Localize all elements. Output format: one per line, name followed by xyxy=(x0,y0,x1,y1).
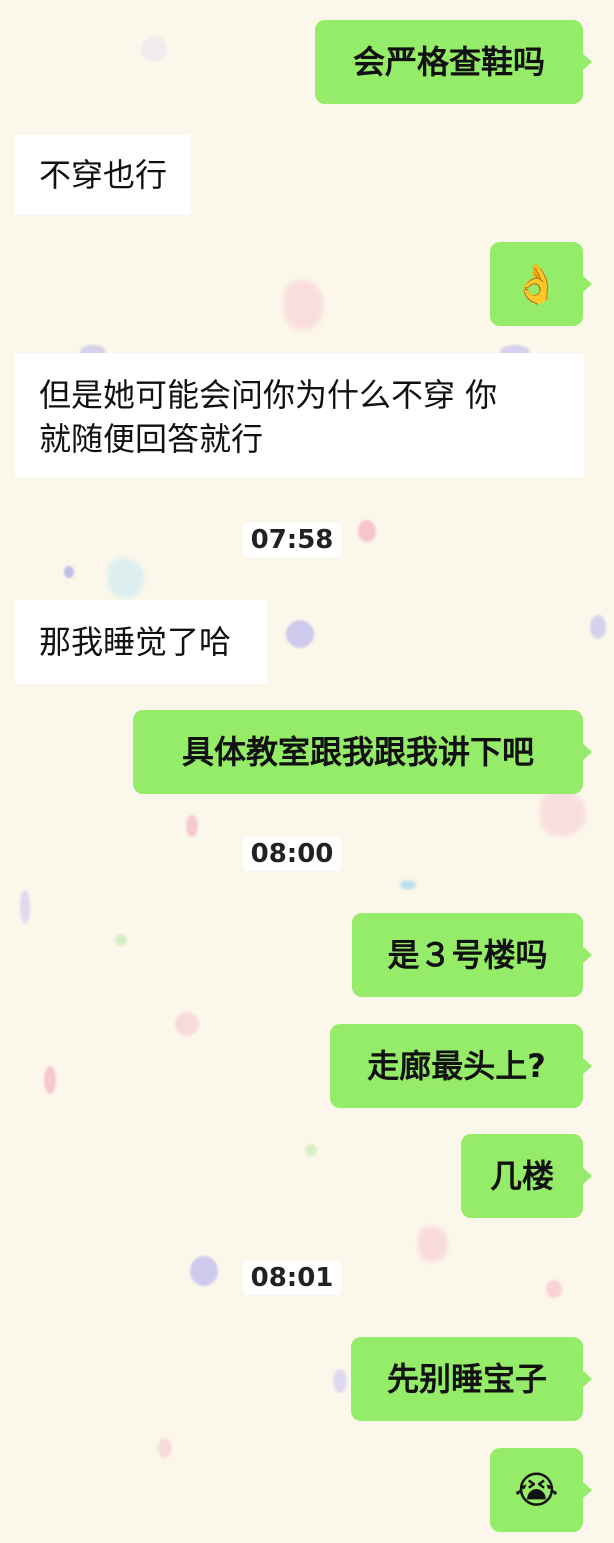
ok-hand-emoji-icon: 👌 xyxy=(512,262,561,306)
timestamp: 08:00 xyxy=(0,836,584,872)
outgoing-emoji-message[interactable]: 😭 xyxy=(490,1448,592,1532)
message-text: 那我睡觉了哈 xyxy=(39,623,232,661)
outgoing-message[interactable]: 具体教室跟我跟我讲下吧 xyxy=(133,710,592,794)
message-text: 不穿也行 xyxy=(39,156,168,194)
outgoing-emoji-message[interactable]: 👌 xyxy=(490,242,592,326)
outgoing-message[interactable]: 是３号楼吗 xyxy=(352,913,592,997)
timestamp: 08:01 xyxy=(0,1260,584,1296)
incoming-message[interactable]: 但是她可能会问你为什么不穿 你 就随便回答就行 xyxy=(15,353,584,477)
outgoing-message[interactable]: 先别睡宝子 xyxy=(351,1337,592,1421)
outgoing-message[interactable]: 会严格查鞋吗 xyxy=(315,20,592,104)
crying-face-emoji-icon: 😭 xyxy=(514,1468,559,1512)
outgoing-message[interactable]: 几楼 xyxy=(461,1134,592,1218)
outgoing-message[interactable]: 走廊最头上? xyxy=(330,1024,592,1108)
chat-view[interactable]: 会严格查鞋吗 不穿也行 👌 但是她可能会问你为什么不穿 你 就随便回答就行 07… xyxy=(0,0,614,1543)
message-text: 是３号楼吗 xyxy=(387,936,548,974)
message-text: 先别睡宝子 xyxy=(386,1360,547,1398)
timestamp: 07:58 xyxy=(0,522,584,558)
incoming-message[interactable]: 那我睡觉了哈 xyxy=(15,600,267,684)
message-text: 走廊最头上? xyxy=(367,1047,546,1085)
message-text: 几楼 xyxy=(489,1157,554,1195)
message-text: 会严格查鞋吗 xyxy=(352,43,545,81)
message-text-line-2: 就随便回答就行 xyxy=(39,420,264,458)
message-text: 具体教室跟我跟我讲下吧 xyxy=(181,733,534,771)
incoming-message[interactable]: 不穿也行 xyxy=(15,135,191,215)
message-text-line-1: 但是她可能会问你为什么不穿 你 xyxy=(39,376,498,414)
